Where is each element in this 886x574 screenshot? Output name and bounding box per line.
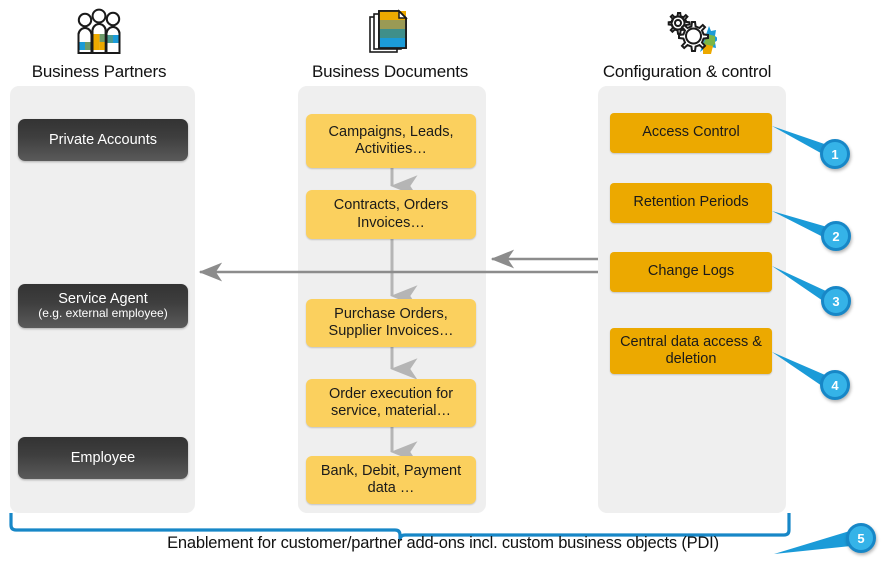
column-title: Business Partners (31, 62, 167, 81)
callout-bubble-3[interactable]: 3 (821, 286, 851, 316)
partner-box-sublabel: (e.g. external employee) (38, 306, 168, 321)
document-box-label: Order execution for service, material… (328, 385, 454, 419)
people-group-icon (8, 4, 190, 62)
callout-bubble-1[interactable]: 1 (820, 139, 850, 169)
config-box-label: Change Logs (647, 263, 735, 280)
partner-box-employee[interactable]: Employee (18, 437, 188, 479)
column-header-business-documents: Business Documents (296, 4, 484, 82)
document-box-purchase-orders[interactable]: Purchase Orders, Supplier Invoices… (306, 299, 476, 347)
callout-bubble-4[interactable]: 4 (820, 370, 850, 400)
column-header-business-partners: Business Partners (8, 4, 190, 82)
partner-box-private-accounts[interactable]: Private Accounts (18, 119, 188, 161)
column-title: Configuration & control (602, 62, 772, 81)
diagram-canvas: Business Partners Business Documents Con… (0, 0, 886, 574)
partner-box-label: Private Accounts (49, 131, 157, 148)
callout-number: 2 (832, 228, 840, 244)
gears-icon (588, 4, 786, 62)
column-header-configuration-control: Configuration & control (588, 4, 786, 82)
document-box-label: Campaigns, Leads, Activities… (328, 123, 454, 157)
document-box-order-execution[interactable]: Order execution for service, material… (306, 379, 476, 427)
document-box-campaigns[interactable]: Campaigns, Leads, Activities… (306, 114, 476, 168)
documents-stack-icon (296, 4, 484, 62)
document-box-label: Purchase Orders, Supplier Invoices… (328, 305, 454, 339)
document-box-contracts[interactable]: Contracts, Orders Invoices… (306, 190, 476, 239)
callout-number: 4 (831, 377, 839, 393)
partner-box-label: Employee (70, 449, 136, 466)
document-box-label: Bank, Debit, Payment data … (320, 462, 462, 496)
config-box-retention-periods[interactable]: Retention Periods (610, 183, 772, 223)
config-box-central-data-access[interactable]: Central data access & deletion (610, 328, 772, 374)
config-box-label: Central data access & deletion (620, 333, 762, 367)
config-box-label: Retention Periods (633, 194, 749, 211)
callout-number: 3 (832, 293, 840, 309)
document-box-bank-payment[interactable]: Bank, Debit, Payment data … (306, 456, 476, 504)
partner-box-service-agent[interactable]: Service Agent (e.g. external employee) (18, 284, 188, 328)
config-box-change-logs[interactable]: Change Logs (610, 252, 772, 292)
config-box-access-control[interactable]: Access Control (610, 113, 772, 153)
partner-box-label: Service Agent (58, 291, 148, 308)
callout-number: 1 (831, 146, 839, 162)
callout-bubble-2[interactable]: 2 (821, 221, 851, 251)
column-title: Business Documents (311, 62, 469, 81)
document-box-label: Contracts, Orders Invoices… (333, 197, 449, 231)
footer-caption: Enablement for customer/partner add-ons … (167, 534, 719, 552)
config-box-label: Access Control (642, 124, 740, 141)
